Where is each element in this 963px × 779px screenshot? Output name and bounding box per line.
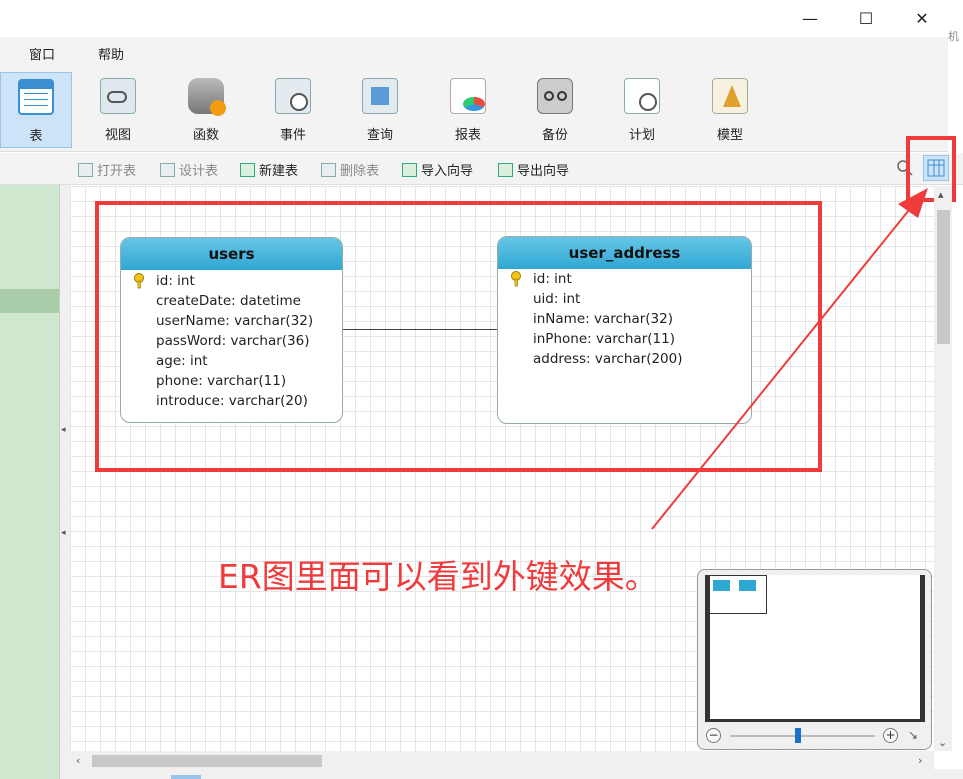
scroll-left-icon[interactable]: ‹ [76,754,80,767]
zoom-fit-icon[interactable]: ↘ [908,728,918,742]
minimap-entity [713,580,730,591]
status-strip [70,769,963,779]
scroll-right-icon[interactable]: › [918,754,922,767]
zoom-slider-track[interactable] [730,735,875,737]
zoom-slider-thumb[interactable] [795,728,801,743]
status-indicator [171,775,201,779]
minimap-entity [739,580,756,591]
zoom-in-button[interactable]: + [883,728,898,743]
scroll-down-icon[interactable]: ⌄ [938,736,947,749]
annotation-text: ER图里面可以看到外键效果。 [218,557,658,596]
horizontal-scroll-thumb[interactable] [92,755,322,767]
vertical-scroll-thumb[interactable] [937,210,950,344]
zoom-out-button[interactable]: − [706,728,721,743]
scroll-up-icon[interactable]: ▴ [938,188,944,201]
